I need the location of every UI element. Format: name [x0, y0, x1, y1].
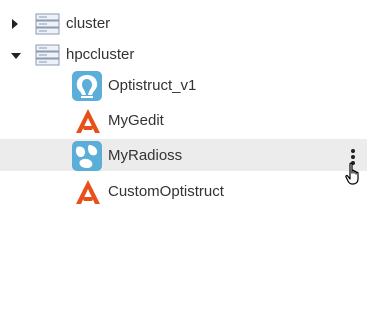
app-name: CustomOptistruct	[108, 183, 224, 200]
tree-row-app-myradioss[interactable]: MyRadioss	[0, 139, 367, 171]
chevron-down-icon[interactable]	[6, 39, 26, 71]
tree-row-app-mygedit[interactable]: MyGedit	[0, 104, 367, 136]
optistruct-app-icon	[72, 71, 102, 101]
hand-pointer-cursor-icon	[345, 162, 363, 191]
cluster-name: hpccluster	[66, 46, 135, 63]
app-name: MyRadioss	[108, 147, 183, 164]
tree-row-app-customoptistruct[interactable]: CustomOptistruct	[0, 175, 367, 207]
app-name: Optistruct_v1	[108, 77, 197, 94]
tree-row-app-optistruct-v1[interactable]: Optistruct_v1	[0, 69, 367, 101]
radioss-app-icon	[72, 141, 102, 171]
app-name: MyGedit	[108, 112, 164, 129]
cluster-name: cluster	[66, 15, 111, 32]
tree-row-cluster[interactable]: cluster	[0, 8, 367, 40]
tree-row-hpccluster[interactable]: hpccluster	[0, 39, 367, 71]
server-rack-icon	[35, 44, 60, 66]
chevron-right-icon[interactable]	[6, 8, 26, 40]
server-rack-icon	[35, 13, 60, 35]
altair-logo-icon	[73, 177, 103, 207]
altair-logo-icon	[73, 106, 103, 136]
